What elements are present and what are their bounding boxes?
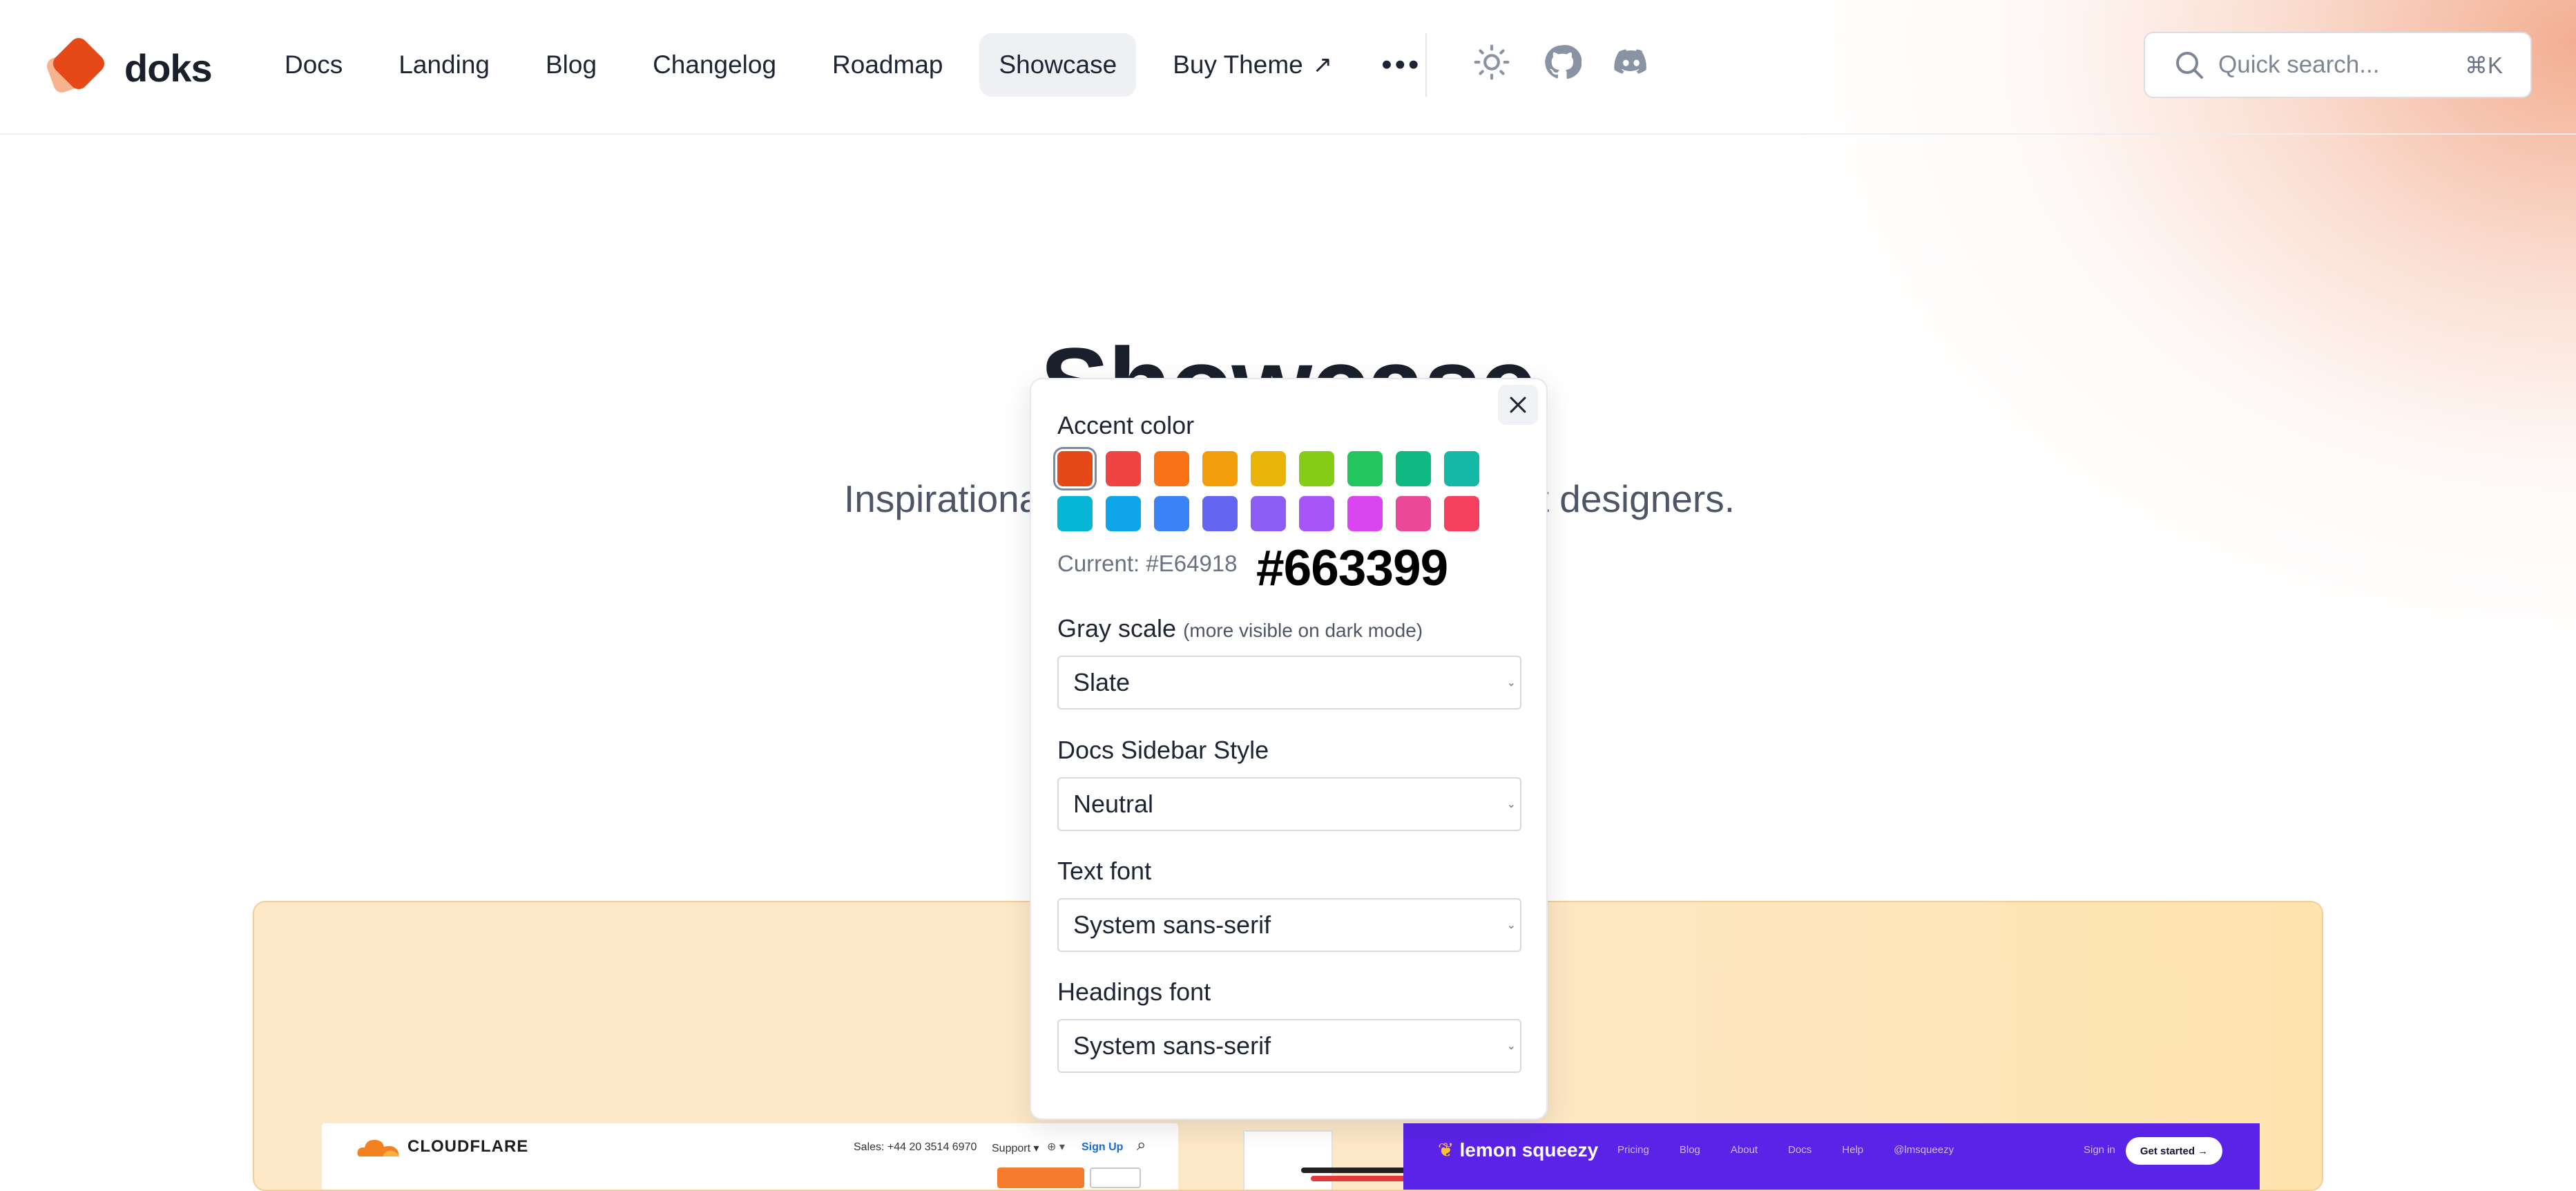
accent-swatch[interactable] bbox=[1347, 451, 1383, 486]
doks-logo-icon bbox=[47, 37, 105, 93]
search-shortcut: ⌘K bbox=[2464, 52, 2503, 78]
gray-scale-hint: (more visible on dark mode) bbox=[1183, 620, 1423, 641]
chevron-down-icon: ⌄ bbox=[1506, 920, 1516, 931]
headings-font-value: System sans-serif bbox=[1073, 1031, 1271, 1060]
lemonsqueezy-nav: Pricing Blog About Docs Help @lmsqueezy bbox=[1617, 1144, 1984, 1156]
accent-swatch[interactable] bbox=[1106, 451, 1141, 486]
accent-swatch[interactable] bbox=[1057, 496, 1093, 531]
page-subtitle-right: t designers. bbox=[1538, 477, 1735, 520]
text-font-label: Text font bbox=[1057, 857, 1152, 885]
headings-font-label: Headings font bbox=[1057, 978, 1211, 1006]
sun-icon[interactable] bbox=[1471, 41, 1512, 83]
accent-swatch[interactable] bbox=[1106, 496, 1141, 531]
lemon-icon: ❦ bbox=[1438, 1139, 1454, 1161]
nav-item-changelog[interactable]: Changelog bbox=[633, 33, 796, 97]
lemonsqueezy-logo: ❦ lemon squeezy bbox=[1438, 1138, 1598, 1161]
cloudflare-signup: Sign Up bbox=[1082, 1141, 1124, 1153]
accent-swatch[interactable] bbox=[1154, 496, 1189, 531]
lemonsqueezy-nav-item: Help bbox=[1842, 1144, 1864, 1156]
nav-item-showcase[interactable]: Showcase bbox=[979, 33, 1137, 97]
sidebar-style-value: Neutral bbox=[1073, 790, 1154, 818]
lemonsqueezy-nav-item: About bbox=[1730, 1144, 1758, 1156]
search-box[interactable]: Quick search... ⌘K bbox=[2144, 32, 2532, 98]
brand-name: doks bbox=[124, 46, 213, 90]
hex-display: #663399 bbox=[1256, 540, 1448, 596]
cloudflare-secondary-button bbox=[1090, 1168, 1141, 1188]
headings-font-select[interactable]: System sans-serif ⌄ bbox=[1057, 1019, 1521, 1073]
chevron-down-icon: ⌄ bbox=[1506, 799, 1516, 810]
accent-swatch[interactable] bbox=[1299, 451, 1334, 486]
lemonsqueezy-nav-item: Docs bbox=[1788, 1144, 1812, 1156]
lemonsqueezy-nav-item: @lmsqueezy bbox=[1894, 1144, 1954, 1156]
lemonsqueezy-get-started: Get started → bbox=[2126, 1137, 2222, 1165]
nav-item-roadmap[interactable]: Roadmap bbox=[813, 33, 962, 97]
accent-swatch[interactable] bbox=[1057, 451, 1093, 486]
text-font-select[interactable]: System sans-serif ⌄ bbox=[1057, 898, 1521, 952]
close-button[interactable] bbox=[1498, 385, 1538, 425]
lemonsqueezy-signin: Sign in bbox=[2084, 1144, 2115, 1156]
accent-swatch[interactable] bbox=[1251, 496, 1286, 531]
accent-swatch[interactable] bbox=[1396, 496, 1431, 531]
accent-swatch[interactable] bbox=[1154, 451, 1189, 486]
showcase-card-cloudflare[interactable]: CLOUDFLARE Sales: +44 20 3514 6970 Suppo… bbox=[322, 1123, 1178, 1190]
site-header: doks Docs Landing Blog Changelog Roadmap… bbox=[0, 0, 2576, 135]
lemonsqueezy-nav-item: Pricing bbox=[1617, 1144, 1649, 1156]
chevron-down-icon: ⌄ bbox=[1506, 677, 1516, 689]
nav-item-landing[interactable]: Landing bbox=[379, 33, 509, 97]
cloudflare-support: Support ▾ bbox=[992, 1143, 1039, 1154]
nav-item-buy-theme-label: Buy Theme bbox=[1173, 50, 1303, 79]
accent-color-label: Accent color bbox=[1057, 411, 1195, 439]
brand-link[interactable]: doks bbox=[44, 33, 213, 102]
globe-icon: ⊕ ▾ bbox=[1047, 1141, 1065, 1153]
github-icon[interactable] bbox=[1541, 41, 1583, 83]
sidebar-style-label: Docs Sidebar Style bbox=[1057, 736, 1269, 764]
page-subtitle-left: Inspirational bbox=[844, 477, 1049, 520]
lemonsqueezy-wordmark: lemon squeezy bbox=[1459, 1138, 1599, 1161]
cloudflare-wordmark: CLOUDFLARE bbox=[407, 1137, 529, 1156]
external-link-icon: ↗ bbox=[1312, 52, 1333, 78]
showcase-card-middle[interactable] bbox=[1243, 1130, 1333, 1190]
text-font-value: System sans-serif bbox=[1073, 911, 1271, 939]
accent-swatch[interactable] bbox=[1251, 451, 1286, 486]
accent-swatch[interactable] bbox=[1347, 496, 1383, 531]
main-nav: Docs Landing Blog Changelog Roadmap Show… bbox=[265, 33, 1434, 97]
accent-swatch[interactable] bbox=[1444, 496, 1479, 531]
close-icon bbox=[1510, 397, 1526, 413]
nav-item-docs[interactable]: Docs bbox=[265, 33, 362, 97]
accent-swatch[interactable] bbox=[1444, 451, 1479, 486]
accent-swatch[interactable] bbox=[1299, 496, 1334, 531]
nav-item-buy-theme[interactable]: Buy Theme ↗ bbox=[1153, 33, 1352, 97]
header-divider bbox=[1425, 33, 1427, 97]
accent-swatch[interactable] bbox=[1202, 496, 1238, 531]
chevron-down-icon: ⌄ bbox=[1506, 1040, 1516, 1052]
accent-swatches bbox=[1057, 451, 1486, 531]
accent-swatch[interactable] bbox=[1396, 451, 1431, 486]
accent-swatch[interactable] bbox=[1202, 451, 1238, 486]
discord-icon[interactable] bbox=[1611, 41, 1652, 83]
theme-settings-popup: Accent color Current: #E64918 #663399 Gr… bbox=[1030, 378, 1548, 1120]
lemonsqueezy-nav-item: Blog bbox=[1679, 1144, 1700, 1156]
cloudflare-sales: Sales: +44 20 3514 6970 bbox=[854, 1141, 977, 1153]
gray-scale-label-text: Gray scale bbox=[1057, 614, 1177, 642]
gray-scale-label: Gray scale (more visible on dark mode) bbox=[1057, 614, 1423, 643]
sidebar-style-select[interactable]: Neutral ⌄ bbox=[1057, 777, 1521, 831]
gray-scale-select[interactable]: Slate ⌄ bbox=[1057, 656, 1521, 709]
cloudflare-primary-button bbox=[997, 1168, 1084, 1188]
nav-item-blog[interactable]: Blog bbox=[526, 33, 616, 97]
showcase-card-lemonsqueezy[interactable]: ❦ lemon squeezy Pricing Blog About Docs … bbox=[1403, 1123, 2260, 1190]
search-placeholder: Quick search... bbox=[2218, 51, 2380, 78]
cloudflare-search-icon: ⌕ bbox=[1137, 1136, 1146, 1154]
cloudflare-logo: CLOUDFLARE bbox=[355, 1134, 528, 1159]
cloud-icon bbox=[357, 1140, 399, 1156]
ellipsis-icon[interactable]: ••• bbox=[1369, 33, 1434, 97]
current-accent-text: Current: #E64918 bbox=[1057, 551, 1238, 576]
gray-scale-value: Slate bbox=[1073, 668, 1131, 696]
search-icon bbox=[2173, 48, 2206, 82]
